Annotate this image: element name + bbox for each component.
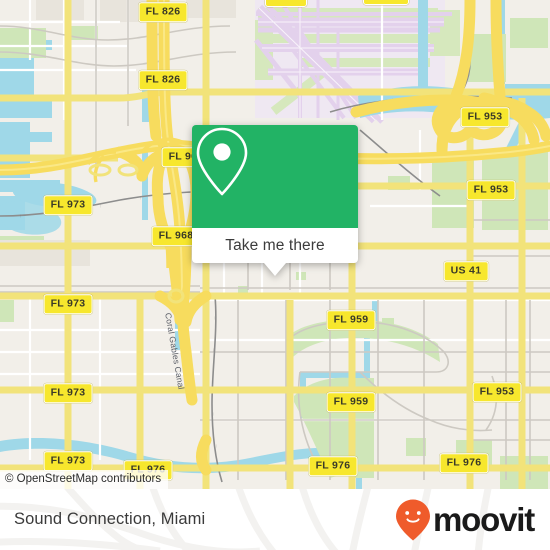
card-action-area[interactable]: Take me there	[192, 228, 358, 263]
map-canvas[interactable]: FL 826 FL 826 FL 968 FL 973 FL 968 FL 97…	[0, 0, 550, 489]
highway-shield: FL 826	[138, 70, 188, 90]
highway-shield: FL 953	[472, 382, 522, 402]
map-pin-icon	[196, 127, 248, 196]
highway-shield-clipped	[265, 0, 307, 7]
highway-shield: FL 976	[308, 456, 358, 476]
highway-shield: FL 973	[43, 294, 93, 314]
take-me-there-label: Take me there	[225, 236, 325, 254]
highway-shield: FL 953	[466, 180, 516, 200]
highway-shield: FL 953	[460, 107, 510, 127]
highway-shield: FL 973	[43, 195, 93, 215]
footer-bar: Sound Connection, Miami moovit	[0, 489, 550, 550]
moovit-map-screenshot: FL 826 FL 826 FL 968 FL 973 FL 968 FL 97…	[0, 0, 550, 550]
highway-shield: FL 976	[439, 453, 489, 473]
highway-shield: US 41	[443, 261, 489, 281]
highway-shield: FL 959	[326, 392, 376, 412]
moovit-brand[interactable]: moovit	[394, 498, 535, 542]
osm-attribution: © OpenStreetMap contributors	[0, 470, 169, 489]
highway-shield: FL 959	[326, 310, 376, 330]
card-pointer	[264, 263, 286, 276]
highway-shield: FL 826	[138, 2, 188, 22]
place-title: Sound Connection, Miami	[14, 510, 206, 528]
highway-shield: FL 973	[43, 451, 93, 471]
moovit-smiley-pin-icon	[396, 499, 431, 540]
moovit-wordmark: moovit	[433, 501, 535, 538]
highway-shield: FL 973	[43, 383, 93, 403]
card-icon-area	[192, 125, 358, 228]
take-me-there-card[interactable]: Take me there	[192, 125, 358, 276]
highway-shield-clipped	[363, 0, 409, 5]
